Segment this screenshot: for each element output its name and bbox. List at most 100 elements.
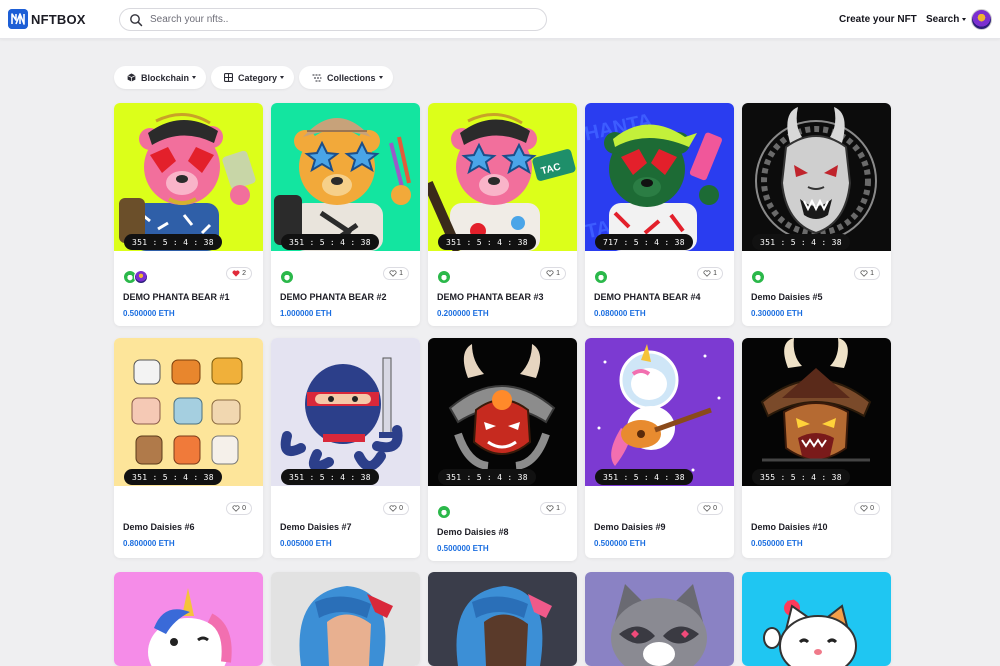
nft-image[interactable]: 351 : 5 : 4 : 38: [742, 103, 891, 251]
owner-avatar[interactable]: [594, 270, 608, 284]
nftbox-logo-icon: [8, 9, 28, 29]
like-count: 1: [556, 270, 560, 277]
like-button[interactable]: 0: [854, 502, 880, 515]
cat-with-heart-art-icon: [763, 599, 857, 666]
chevron-down-icon: [280, 76, 285, 79]
owner-avatars: [437, 505, 451, 519]
like-button[interactable]: 2: [226, 267, 252, 280]
like-button[interactable]: 0: [226, 502, 252, 515]
like-count: 0: [713, 505, 717, 512]
like-button[interactable]: 0: [383, 502, 409, 515]
nft-price: 0.200000 ETH: [437, 309, 489, 318]
nft-card[interactable]: PHANTA TACI 717 : 5 : 4 : 38 1 DEMO PHAN…: [585, 103, 734, 326]
bear-art-icon: TAC: [428, 113, 576, 251]
auction-timer: 351 : 5 : 4 : 38: [595, 469, 693, 485]
raccoon-art-icon: [611, 584, 707, 666]
nft-image[interactable]: [585, 572, 734, 666]
nft-card[interactable]: 351 : 5 : 4 : 38 0 Demo Daisies #7 0.005…: [271, 338, 420, 558]
like-button[interactable]: 1: [540, 267, 566, 280]
owner-avatar[interactable]: [437, 270, 451, 284]
nft-image[interactable]: 351 : 5 : 4 : 38: [114, 103, 263, 251]
nft-title[interactable]: DEMO PHANTA BEAR #4: [594, 292, 701, 302]
nft-price: 0.005000 ETH: [280, 539, 332, 548]
nft-card[interactable]: [585, 572, 734, 666]
brand-logo[interactable]: NFTBOX: [8, 9, 86, 29]
card-details: 1 DEMO PHANTA BEAR #3 0.200000 ETH: [428, 251, 577, 326]
chevron-down-icon: [378, 76, 383, 79]
grid-icon: [224, 73, 234, 82]
filter-blockchain-button[interactable]: Blockchain: [114, 66, 207, 89]
like-button[interactable]: 1: [697, 267, 723, 280]
filter-collections-button[interactable]: Collections: [299, 66, 393, 89]
nft-title[interactable]: Demo Daisies #6: [123, 522, 195, 532]
heart-outline-icon: [232, 505, 240, 512]
nft-card[interactable]: 351 : 5 : 4 : 38 0 Demo Daisies #9 0.500…: [585, 338, 734, 558]
card-details: 1 DEMO PHANTA BEAR #4 0.080000 ETH: [585, 251, 734, 326]
nft-image[interactable]: [428, 572, 577, 666]
nft-price: 0.500000 ETH: [123, 309, 175, 318]
search-menu[interactable]: Search: [926, 14, 967, 25]
nft-card[interactable]: 351 : 5 : 4 : 38 1 Demo Daisies #8 0.500…: [428, 338, 577, 561]
filter-bar: Blockchain Category Collections: [114, 66, 398, 89]
oni-mask-art-icon: [760, 338, 872, 462]
nft-image[interactable]: [114, 572, 263, 666]
nft-image[interactable]: 351 : 5 : 4 : 38: [428, 338, 577, 486]
nft-title[interactable]: Demo Daisies #8: [437, 527, 509, 537]
nft-card[interactable]: [114, 572, 263, 666]
owner-avatar[interactable]: [751, 270, 765, 284]
nft-image[interactable]: TAC 351 : 5 : 4 : 38: [428, 103, 577, 251]
create-nft-link[interactable]: Create your NFT: [839, 14, 917, 25]
nft-price: 1.000000 ETH: [280, 309, 332, 318]
owner-avatar[interactable]: [134, 270, 148, 284]
card-details: 2 DEMO PHANTA BEAR #1 0.500000 ETH: [114, 251, 263, 326]
nft-image[interactable]: 351 : 5 : 4 : 38: [114, 338, 263, 486]
nft-image[interactable]: 351 : 5 : 4 : 38: [271, 103, 420, 251]
like-count: 1: [399, 270, 403, 277]
nft-card[interactable]: 351 : 5 : 4 : 38 1 DEMO PHANTA BEAR #2 1…: [271, 103, 420, 326]
nft-card[interactable]: 351 : 5 : 4 : 38 1 Demo Daisies #5 0.300…: [742, 103, 891, 326]
nft-image[interactable]: 351 : 5 : 4 : 38: [271, 338, 420, 486]
nft-title[interactable]: DEMO PHANTA BEAR #2: [280, 292, 387, 302]
nft-title[interactable]: DEMO PHANTA BEAR #1: [123, 292, 230, 302]
nft-image[interactable]: 351 : 5 : 4 : 38: [585, 338, 734, 486]
user-avatar[interactable]: [971, 9, 992, 30]
filter-label: Category: [238, 72, 278, 83]
heart-outline-icon: [546, 505, 554, 512]
nft-image[interactable]: [271, 572, 420, 666]
unicorn-astronaut-art-icon: [597, 344, 721, 472]
search-bar[interactable]: [119, 8, 547, 31]
search-input[interactable]: [150, 14, 530, 25]
like-button[interactable]: 0: [697, 502, 723, 515]
auction-timer: 351 : 5 : 4 : 38: [281, 234, 379, 250]
auction-timer: 351 : 5 : 4 : 38: [438, 234, 536, 250]
like-button[interactable]: 1: [854, 267, 880, 280]
like-button[interactable]: 1: [383, 267, 409, 280]
nft-price: 0.800000 ETH: [123, 539, 175, 548]
like-count: 0: [399, 505, 403, 512]
nft-card[interactable]: TAC 351 : 5 : 4 : 38 1 DEMO PHANTA BEAR …: [428, 103, 577, 326]
nft-title[interactable]: Demo Daisies #9: [594, 522, 666, 532]
like-count: 0: [870, 505, 874, 512]
owner-avatar[interactable]: [437, 505, 451, 519]
nft-card[interactable]: 355 : 5 : 4 : 38 0 Demo Daisies #10 0.05…: [742, 338, 891, 558]
nft-card[interactable]: 351 : 5 : 4 : 38 0 Demo Daisies #6 0.800…: [114, 338, 263, 558]
ninja-octopus-art-icon: [280, 357, 403, 472]
nft-card[interactable]: 351 : 5 : 4 : 38 2 DEMO PHANTA BEAR #1 0…: [114, 103, 263, 326]
top-navbar: NFTBOX Create your NFT Search: [0, 0, 1000, 39]
samurai-mask-art-icon: [755, 107, 877, 242]
heart-outline-icon: [389, 270, 397, 277]
nft-title[interactable]: Demo Daisies #7: [280, 522, 352, 532]
nft-image[interactable]: 355 : 5 : 4 : 38: [742, 338, 891, 486]
nft-title[interactable]: Demo Daisies #10: [751, 522, 828, 532]
nft-image[interactable]: [742, 572, 891, 666]
nft-card[interactable]: [271, 572, 420, 666]
auction-timer: 717 : 5 : 4 : 38: [595, 234, 693, 250]
owner-avatar[interactable]: [280, 270, 294, 284]
nft-title[interactable]: Demo Daisies #5: [751, 292, 823, 302]
nft-card[interactable]: [428, 572, 577, 666]
filter-category-button[interactable]: Category: [211, 66, 295, 89]
like-button[interactable]: 1: [540, 502, 566, 515]
nft-image[interactable]: PHANTA TACI 717 : 5 : 4 : 38: [585, 103, 734, 251]
nft-card[interactable]: [742, 572, 891, 666]
nft-title[interactable]: DEMO PHANTA BEAR #3: [437, 292, 544, 302]
